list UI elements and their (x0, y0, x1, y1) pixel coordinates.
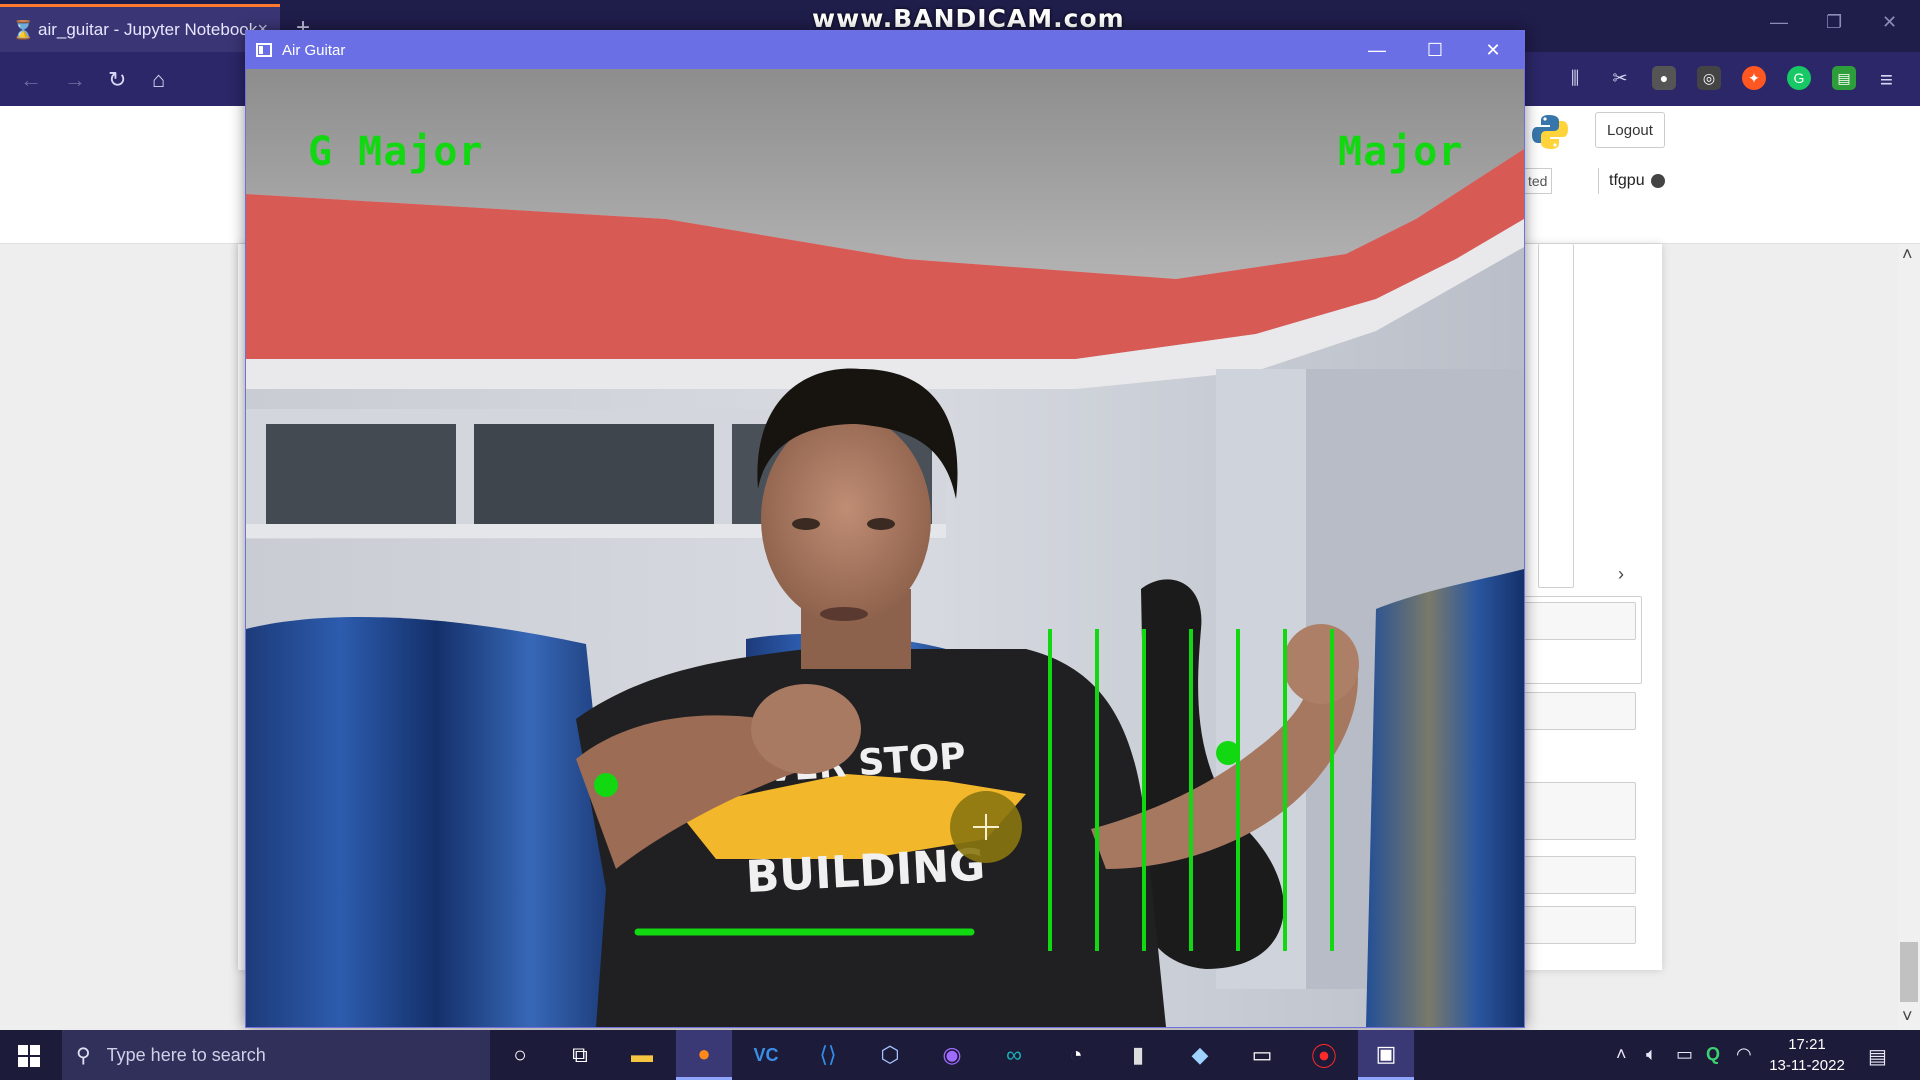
extension-green-icon[interactable]: ▤ (1832, 66, 1856, 90)
code-cell-3[interactable] (1518, 782, 1636, 840)
windows-taskbar: ⚲ Type here to search ○ ⧉ ▬ ● VC ⟨⟩ ⬡ ◉ … (0, 1030, 1920, 1080)
chord-label-left: G Major (308, 129, 484, 175)
code-cell-4[interactable] (1518, 856, 1636, 894)
extension-face-icon[interactable]: ● (1652, 66, 1676, 90)
clock-date: 13-11-2022 (1769, 1057, 1845, 1074)
window-close-icon[interactable]: ✕ (1464, 31, 1522, 69)
tab-title: air_guitar - Jupyter Notebook (38, 19, 258, 39)
browser-minimize-icon[interactable]: — (1770, 12, 1788, 33)
wifi-icon[interactable]: ◠ (1736, 1044, 1752, 1065)
file-explorer-icon[interactable]: ▬ (614, 1030, 670, 1080)
horizontal-scroll-right-icon[interactable]: › (1618, 564, 1624, 585)
chord-label-right: Major (1338, 129, 1464, 175)
notifications-icon[interactable]: ▤ (1868, 1044, 1887, 1069)
reload-icon[interactable]: ↻ (108, 67, 126, 93)
forward-icon[interactable]: → (64, 67, 86, 93)
library-icon[interactable]: ⫼ (1563, 66, 1587, 90)
virtualbox-icon[interactable]: ⬡ (862, 1030, 918, 1080)
left-wrist-dot (594, 773, 618, 797)
window-maximize-icon[interactable]: ☐ (1406, 31, 1464, 69)
code-cell-2[interactable] (1518, 692, 1636, 730)
code-cell-1[interactable] (1518, 602, 1636, 640)
screenshot-icon[interactable]: ✂ (1608, 66, 1632, 90)
tray-q-icon[interactable]: Q (1706, 1044, 1720, 1065)
browser-close-icon[interactable]: ✕ (1882, 12, 1897, 33)
scroll-up-icon[interactable]: ˄ (1902, 244, 1913, 265)
task-view-icon[interactable]: ⧉ (552, 1030, 608, 1080)
paint-icon[interactable]: ◆ (1172, 1030, 1228, 1080)
search-icon: ⚲ (76, 1044, 91, 1067)
bandicam-record-icon[interactable]: ⦿ (1296, 1030, 1352, 1080)
tray-overflow-icon[interactable]: ˄ (1616, 1044, 1627, 1065)
air-guitar-app-icon[interactable]: ▣ (1358, 1030, 1414, 1080)
back-icon[interactable]: ← (20, 67, 42, 93)
browser-tab-notebook[interactable]: ⌛ air_guitar - Jupyter Notebook × (0, 4, 280, 52)
volume-icon[interactable]: 🔈︎ (1646, 1044, 1657, 1065)
output-area-scrollable[interactable] (1538, 244, 1574, 588)
scroll-down-icon[interactable]: ˅ (1902, 1006, 1913, 1027)
logout-button[interactable]: Logout (1595, 112, 1665, 148)
window-minimize-icon[interactable]: — (1348, 31, 1406, 69)
vc-icon[interactable]: VC (738, 1030, 794, 1080)
vscode-icon[interactable]: ⟨⟩ (800, 1030, 856, 1080)
kernel-busy-indicator (1651, 174, 1665, 188)
hourglass-icon: ⌛ (12, 19, 35, 40)
windows-start-icon[interactable] (18, 1045, 40, 1067)
microphone-icon[interactable]: ▮ (1110, 1030, 1166, 1080)
extension-glasses-icon[interactable]: ◎ (1697, 66, 1721, 90)
browser-restore-icon[interactable]: ❐ (1826, 12, 1842, 33)
terminal-icon[interactable]: ▭ (1234, 1030, 1290, 1080)
kernel-name-label: tfgpu (1598, 168, 1645, 194)
page-scrollbar[interactable] (1898, 244, 1920, 1030)
search-placeholder: Type here to search (106, 1044, 266, 1065)
cortana-icon[interactable]: ○ (492, 1030, 548, 1080)
menu-icon[interactable]: ≡ (1880, 67, 1893, 93)
code-cell-5[interactable] (1518, 906, 1636, 944)
battery-icon[interactable]: ▭ (1676, 1044, 1693, 1065)
python-logo-icon (1532, 115, 1568, 149)
grammarly-icon[interactable]: G (1787, 66, 1811, 90)
webcam-frame: VER STOP BUILDING G Major Major (246, 69, 1524, 1027)
extension-orange-icon[interactable]: ✦ (1742, 66, 1766, 90)
window-app-icon (256, 43, 272, 57)
arduino-icon[interactable]: ∞ (986, 1030, 1042, 1080)
home-icon[interactable]: ⌂ (152, 67, 165, 93)
clock-app-icon[interactable]: ◔ (1048, 1030, 1104, 1080)
page-scrollbar-thumb[interactable] (1900, 942, 1918, 1002)
air-guitar-titlebar[interactable]: Air Guitar — ☐ ✕ (246, 31, 1524, 69)
clock-time: 17:21 (1788, 1036, 1826, 1053)
webcam-scene: VER STOP BUILDING (246, 69, 1524, 1027)
air-guitar-window: Air Guitar — ☐ ✕ VER STOP BUILDING G Maj… (245, 30, 1525, 1028)
right-wrist-dot (1216, 741, 1240, 765)
recording-watermark: www.BANDICAM.com (812, 4, 1125, 33)
github-desktop-icon[interactable]: ◉ (924, 1030, 980, 1080)
taskbar-search-box[interactable]: ⚲ Type here to search (62, 1030, 490, 1080)
window-title: Air Guitar (282, 41, 346, 59)
firefox-icon[interactable]: ● (676, 1030, 732, 1080)
system-clock[interactable]: 17:21 13-11-2022 (1766, 1034, 1848, 1076)
